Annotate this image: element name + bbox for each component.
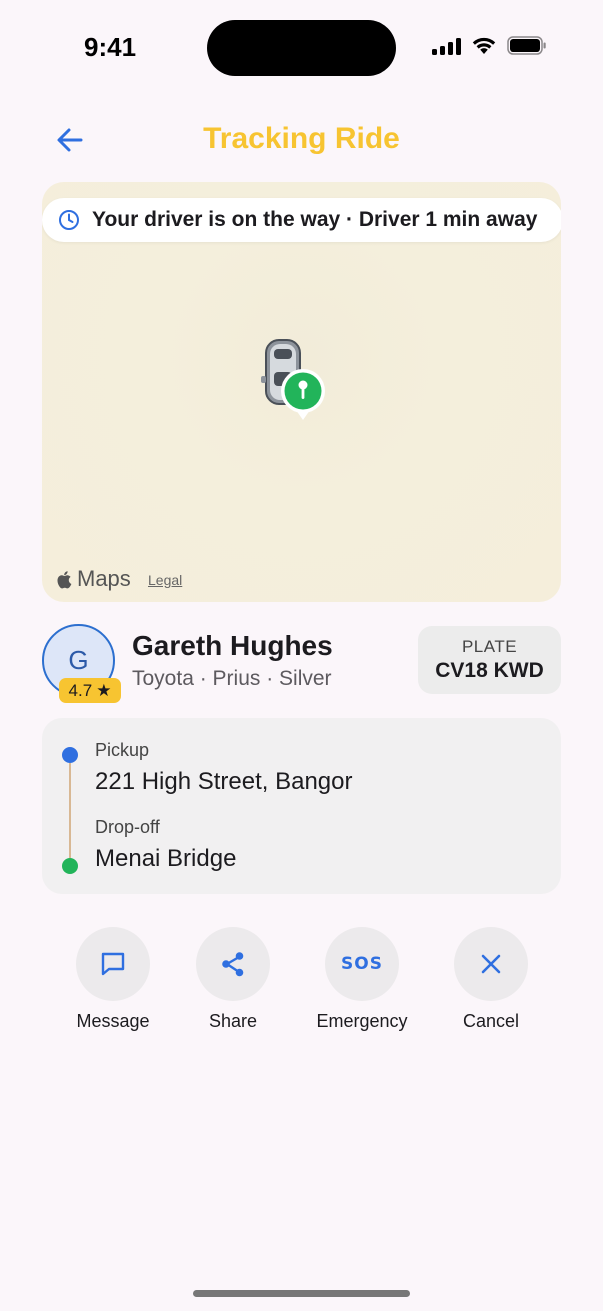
emergency-button-circle[interactable]: SOS	[325, 927, 399, 1001]
cellular-signal-icon	[432, 37, 461, 55]
rating-badge: 4.7 ★	[59, 678, 121, 703]
plate-label: PLATE	[461, 637, 518, 656]
message-button-circle[interactable]	[76, 927, 150, 1001]
route-connector	[69, 763, 71, 858]
dropoff-dot-icon	[62, 858, 78, 874]
status-bar: 9:41	[0, 0, 603, 100]
pickup-dot-icon	[62, 747, 78, 763]
dropoff-address: Menai Bridge	[95, 845, 237, 872]
clock-icon	[59, 210, 79, 230]
cancel-button[interactable]: Cancel	[436, 927, 546, 1032]
share-icon	[222, 952, 244, 977]
share-button[interactable]: Share	[178, 927, 288, 1032]
home-indicator[interactable]	[193, 1290, 410, 1297]
close-icon	[481, 954, 501, 974]
pickup-label: Pickup	[95, 740, 150, 760]
rating-value: 4.7	[68, 680, 93, 700]
share-button-circle[interactable]	[196, 927, 270, 1001]
status-icons	[432, 36, 547, 55]
sos-icon: SOS	[341, 954, 383, 974]
dynamic-island	[207, 20, 396, 76]
apple-logo-icon	[57, 570, 72, 588]
location-pin-icon	[281, 369, 325, 420]
cancel-label: Cancel	[462, 1011, 520, 1031]
message-icon	[101, 952, 125, 976]
vehicle-info: Toyota · Prius · Silver	[132, 667, 332, 690]
page-title: Tracking Ride	[203, 122, 400, 155]
driver-initial: G	[68, 645, 89, 675]
wifi-icon	[472, 37, 496, 54]
message-button[interactable]: Message	[58, 927, 168, 1032]
maps-brand-text: Maps	[77, 566, 131, 591]
plate-value: CV18 KWD	[435, 659, 544, 682]
map-view[interactable]: Your driver is on the way · Driver 1 min…	[42, 182, 561, 602]
legal-link[interactable]: Legal	[148, 572, 182, 588]
route-card: Pickup 221 High Street, Bangor Drop-off …	[42, 718, 561, 894]
pickup-address: 221 High Street, Bangor	[95, 768, 353, 795]
battery-icon	[507, 36, 546, 55]
plate-box: PLATE CV18 KWD	[418, 626, 561, 694]
emergency-button[interactable]: SOS Emergency	[307, 927, 417, 1032]
status-time: 9:41	[84, 32, 137, 62]
share-label: Share	[208, 1011, 258, 1031]
star-icon: ★	[96, 680, 112, 700]
eta-banner: Your driver is on the way · Driver 1 min…	[42, 198, 561, 242]
message-label: Message	[76, 1011, 150, 1031]
dropoff-label: Drop-off	[95, 817, 160, 837]
eta-message: Your driver is on the way · Driver 1 min…	[92, 208, 538, 231]
emergency-label: Emergency	[316, 1011, 408, 1031]
driver-name: Gareth Hughes	[132, 630, 333, 661]
apple-maps-logo: Maps	[57, 566, 131, 592]
cancel-button-circle[interactable]	[454, 927, 528, 1001]
